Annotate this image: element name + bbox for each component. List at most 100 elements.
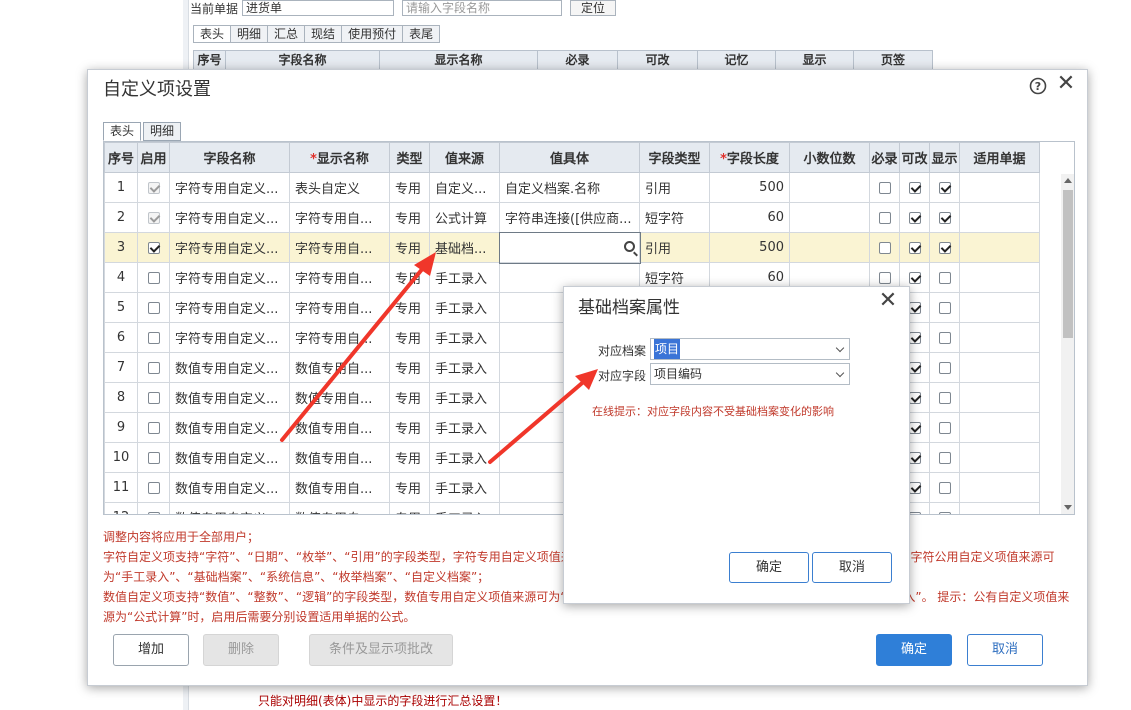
- enabled-checkbox[interactable]: [147, 511, 160, 514]
- type-cell[interactable]: 专用: [389, 442, 430, 473]
- editable-checkbox[interactable]: [908, 421, 921, 434]
- show-cell[interactable]: [929, 262, 960, 293]
- field-length-cell[interactable]: 500: [709, 172, 790, 203]
- source-cell[interactable]: 手工录入: [429, 382, 500, 413]
- batch-edit-button[interactable]: 条件及显示项批改: [309, 634, 453, 666]
- table-row[interactable]: 2 字符专用自定义... 字符专用自... 专用 公式计算 字符串连接([供应商... 短字…: [104, 202, 1040, 233]
- editable-cell[interactable]: [899, 202, 930, 233]
- display-name-cell[interactable]: 字符专用自...: [289, 322, 390, 353]
- display-name-cell[interactable]: 数值专用自...: [289, 442, 390, 473]
- search-icon[interactable]: [624, 241, 635, 252]
- enabled-checkbox[interactable]: [147, 451, 160, 464]
- applies-cell[interactable]: [959, 412, 1040, 443]
- enabled-checkbox[interactable]: [147, 481, 160, 494]
- field-type-cell[interactable]: 引用: [639, 232, 710, 263]
- show-checkbox[interactable]: [938, 451, 951, 464]
- editable-checkbox[interactable]: [908, 451, 921, 464]
- show-checkbox[interactable]: [938, 391, 951, 404]
- enabled-cell[interactable]: [137, 232, 170, 263]
- scroll-thumb[interactable]: [1063, 190, 1073, 338]
- show-cell[interactable]: [929, 382, 960, 413]
- display-name-cell[interactable]: 数值专用自...: [289, 502, 390, 514]
- editable-checkbox[interactable]: [908, 511, 921, 514]
- source-cell[interactable]: 手工录入: [429, 412, 500, 443]
- type-cell[interactable]: 专用: [389, 412, 430, 443]
- enabled-cell[interactable]: [137, 442, 170, 473]
- subdialog-ok-button[interactable]: 确定: [729, 552, 809, 583]
- editable-checkbox[interactable]: [908, 241, 921, 254]
- field-select[interactable]: 项目编码: [650, 363, 850, 385]
- display-name-cell[interactable]: 数值专用自...: [289, 382, 390, 413]
- field-type-cell[interactable]: 短字符: [639, 202, 710, 233]
- show-checkbox[interactable]: [938, 241, 951, 254]
- enabled-cell[interactable]: [137, 202, 170, 233]
- applies-cell[interactable]: [959, 472, 1040, 503]
- enabled-checkbox[interactable]: [147, 421, 160, 434]
- required-cell[interactable]: [869, 202, 900, 233]
- enabled-checkbox[interactable]: [147, 331, 160, 344]
- enabled-cell[interactable]: [137, 412, 170, 443]
- tab-detail[interactable]: 明细: [143, 122, 182, 141]
- bg-tab-summary[interactable]: 汇总: [268, 25, 306, 43]
- source-cell[interactable]: 手工录入: [429, 502, 500, 514]
- row-index-cell[interactable]: 11: [104, 472, 138, 503]
- row-index-cell[interactable]: 4: [104, 262, 138, 293]
- editable-checkbox[interactable]: [908, 271, 921, 284]
- source-cell[interactable]: 手工录入: [429, 472, 500, 503]
- editable-cell[interactable]: [899, 172, 930, 203]
- show-checkbox[interactable]: [938, 481, 951, 494]
- source-cell[interactable]: 手工录入: [429, 292, 500, 323]
- show-checkbox[interactable]: [938, 301, 951, 314]
- subdialog-close-icon[interactable]: ✕: [878, 290, 898, 312]
- help-icon[interactable]: ?: [1029, 77, 1047, 95]
- type-cell[interactable]: 专用: [389, 322, 430, 353]
- delete-button[interactable]: 删除: [203, 634, 279, 666]
- field-length-cell[interactable]: 60: [709, 202, 790, 233]
- type-cell[interactable]: 专用: [389, 292, 430, 323]
- type-cell[interactable]: 专用: [389, 472, 430, 503]
- decimals-cell[interactable]: [789, 202, 870, 233]
- applies-cell[interactable]: [959, 442, 1040, 473]
- locate-button[interactable]: 定位: [570, 0, 617, 16]
- enabled-cell[interactable]: [137, 352, 170, 383]
- current-doc-field[interactable]: 进货单: [242, 0, 395, 16]
- required-checkbox[interactable]: [878, 241, 891, 254]
- source-cell[interactable]: 手工录入: [429, 352, 500, 383]
- show-cell[interactable]: [929, 352, 960, 383]
- display-name-cell[interactable]: 表头自定义: [289, 172, 390, 203]
- enabled-cell[interactable]: [137, 172, 170, 203]
- enabled-cell[interactable]: [137, 502, 170, 514]
- enabled-checkbox[interactable]: [147, 211, 160, 224]
- archive-select[interactable]: 项目: [650, 338, 850, 360]
- display-name-cell[interactable]: 字符专用自...: [289, 202, 390, 233]
- type-cell[interactable]: 专用: [389, 382, 430, 413]
- row-index-cell[interactable]: 9: [104, 412, 138, 443]
- enabled-cell[interactable]: [137, 382, 170, 413]
- display-name-cell[interactable]: 数值专用自...: [289, 472, 390, 503]
- type-cell[interactable]: 专用: [389, 262, 430, 293]
- show-checkbox[interactable]: [938, 361, 951, 374]
- display-name-cell[interactable]: 字符专用自...: [289, 262, 390, 293]
- enabled-cell[interactable]: [137, 292, 170, 323]
- type-cell[interactable]: 专用: [389, 232, 430, 263]
- applies-cell[interactable]: [959, 172, 1040, 203]
- detail-cell[interactable]: [498, 231, 641, 264]
- detail-cell[interactable]: 字符串连接([供应商...: [499, 202, 640, 233]
- tab-header[interactable]: 表头: [103, 122, 142, 141]
- show-cell[interactable]: [929, 292, 960, 323]
- required-cell[interactable]: [869, 232, 900, 263]
- show-cell[interactable]: [929, 442, 960, 473]
- close-icon[interactable]: ✕: [1056, 73, 1076, 95]
- cancel-button[interactable]: 取消: [967, 634, 1043, 666]
- source-cell[interactable]: 手工录入: [429, 322, 500, 353]
- show-checkbox[interactable]: [938, 181, 951, 194]
- scroll-down-icon[interactable]: [1064, 505, 1072, 510]
- editable-checkbox[interactable]: [908, 391, 921, 404]
- applies-cell[interactable]: [959, 382, 1040, 413]
- editable-checkbox[interactable]: [908, 481, 921, 494]
- bg-tab-footer[interactable]: 表尾: [403, 25, 441, 43]
- row-index-cell[interactable]: 1: [104, 172, 138, 203]
- field-name-cell[interactable]: 字符专用自定义...: [169, 322, 290, 353]
- row-index-cell[interactable]: 12: [104, 502, 138, 514]
- enabled-checkbox[interactable]: [147, 361, 160, 374]
